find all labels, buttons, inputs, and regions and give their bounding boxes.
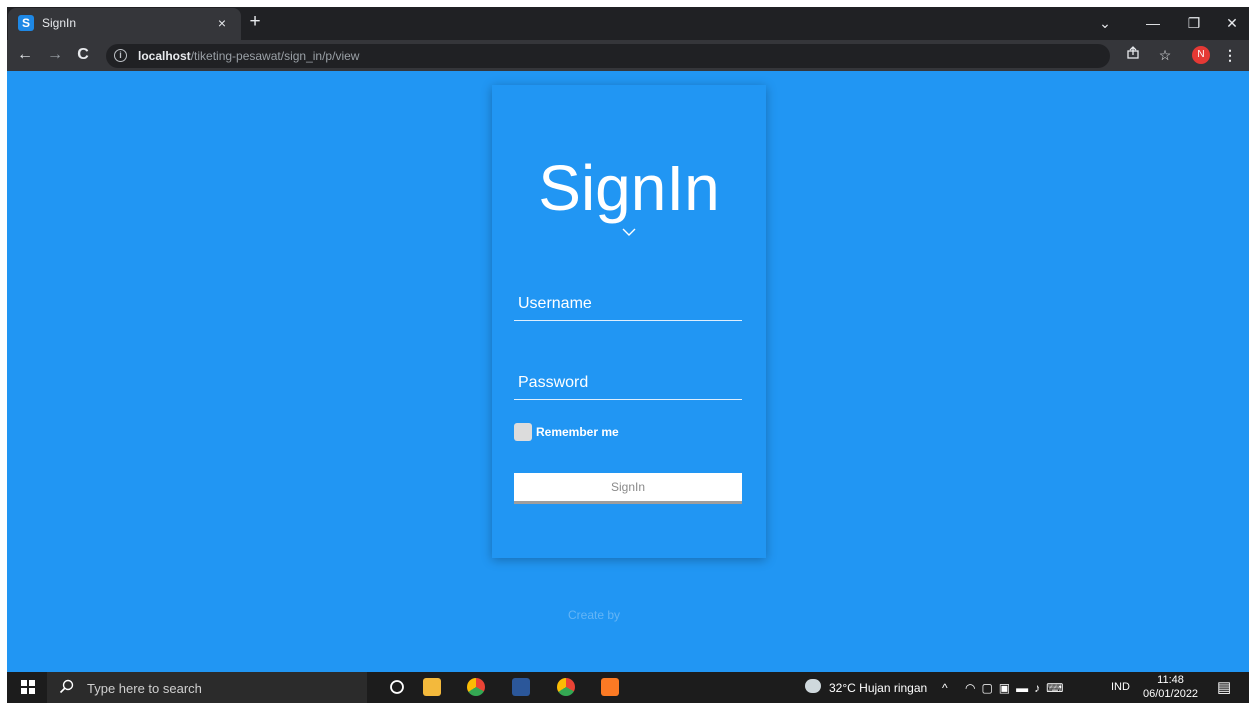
- input-language[interactable]: IND: [1111, 681, 1130, 693]
- chevron-down-icon: [622, 228, 636, 236]
- close-window-icon[interactable]: ✕: [1217, 13, 1247, 33]
- username-input[interactable]: [514, 287, 742, 320]
- tab-close-icon[interactable]: ×: [213, 14, 231, 32]
- reload-icon[interactable]: C: [73, 45, 93, 65]
- clock-time: 11:48: [1157, 674, 1184, 686]
- word-icon[interactable]: [512, 678, 530, 696]
- site-favicon-icon: S: [18, 15, 34, 31]
- restore-icon[interactable]: ❐: [1179, 13, 1209, 33]
- password-field: [514, 366, 742, 400]
- weather-text[interactable]: 32°C Hujan ringan: [829, 681, 927, 695]
- tab-search-icon[interactable]: ⌄: [1090, 13, 1120, 33]
- username-field: [514, 287, 742, 321]
- tray-chevron-icon[interactable]: ^: [942, 681, 948, 695]
- profile-avatar[interactable]: N: [1192, 46, 1210, 64]
- back-icon[interactable]: ←: [15, 45, 35, 65]
- page-title: SignIn: [538, 152, 720, 224]
- tab-title: SignIn: [42, 16, 77, 30]
- file-explorer-icon[interactable]: [423, 678, 441, 696]
- remember-checkbox[interactable]: [514, 423, 532, 441]
- taskbar-search-placeholder: Type here to search: [87, 681, 202, 696]
- taskbar-search[interactable]: Type here to search: [47, 672, 367, 703]
- url-path: /tiketing-pesawat/sign_in/p/view: [190, 49, 360, 63]
- footer-credit: Create by: [568, 608, 621, 622]
- chrome-profile-icon[interactable]: [557, 678, 575, 696]
- remember-label[interactable]: Remember me: [536, 425, 619, 439]
- taskbar-clock[interactable]: 11:48 06/01/2022: [1143, 673, 1198, 701]
- screen: S SignIn × + ⌄ — ❐ ✕ ← → C i localhost/t…: [0, 0, 1256, 703]
- url-host: localhost: [138, 49, 191, 63]
- address-bar[interactable]: i localhost/tiketing-pesawat/sign_in/p/v…: [106, 44, 1110, 68]
- new-tab-button[interactable]: +: [245, 12, 265, 32]
- forward-icon[interactable]: →: [45, 45, 65, 65]
- info-icon[interactable]: i: [114, 49, 127, 62]
- search-icon: [59, 679, 75, 698]
- browser-tab[interactable]: S SignIn ×: [8, 8, 241, 40]
- signin-card: SignIn Remember me SignIn: [492, 85, 766, 558]
- browser-tab-strip: S SignIn × + ⌄ — ❐ ✕: [7, 7, 1249, 40]
- windows-start-icon[interactable]: [21, 680, 35, 694]
- browser-toolbar: ← → C i localhost/tiketing-pesawat/sign_…: [7, 40, 1249, 71]
- tray-icons[interactable]: ◠▢▣▬♪⌨: [965, 681, 1069, 695]
- windows-taskbar: Type here to search 32°C Hujan ringan ^ …: [7, 672, 1249, 703]
- clock-date: 06/01/2022: [1143, 688, 1199, 700]
- cortana-icon[interactable]: [388, 678, 406, 696]
- chrome-icon[interactable]: [467, 678, 485, 696]
- share-icon[interactable]: [1124, 46, 1142, 64]
- password-input[interactable]: [514, 366, 742, 399]
- minimize-icon[interactable]: —: [1138, 13, 1168, 33]
- weather-cloud-icon[interactable]: [805, 679, 821, 693]
- menu-kebab-icon[interactable]: ⋮: [1221, 46, 1239, 64]
- page-viewport: SignIn Remember me SignIn Create by: [7, 71, 1249, 672]
- xampp-icon[interactable]: [601, 678, 619, 696]
- notification-icon[interactable]: ▤: [1217, 678, 1231, 696]
- bookmark-star-icon[interactable]: ☆: [1156, 46, 1174, 64]
- url-text: localhost/tiketing-pesawat/sign_in/p/vie…: [138, 49, 359, 63]
- signin-button[interactable]: SignIn: [514, 473, 742, 504]
